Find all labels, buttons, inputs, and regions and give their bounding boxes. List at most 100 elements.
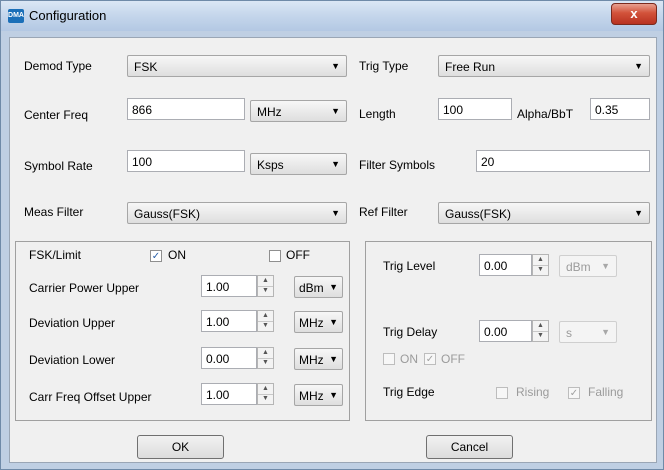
length-input[interactable]: 100 bbox=[438, 98, 512, 120]
falling-checkbox[interactable]: ✓ bbox=[568, 387, 580, 399]
center-freq-value: 866 bbox=[132, 103, 153, 117]
trig-level-unit: dBm bbox=[566, 260, 591, 274]
limit-off-checkbox[interactable] bbox=[269, 250, 281, 262]
carr-freq-offset-unit-select[interactable]: MHz ▼ bbox=[294, 384, 343, 406]
symbol-rate-value: 100 bbox=[132, 155, 153, 169]
chevron-down-icon: ▼ bbox=[331, 61, 340, 71]
fsk-limit-label: FSK/Limit bbox=[29, 248, 82, 262]
check-icon: ✓ bbox=[569, 388, 579, 399]
ok-button[interactable]: OK bbox=[137, 435, 224, 459]
falling-label: Falling bbox=[588, 385, 624, 399]
spin-arrows-icon[interactable]: ▲ ▼ bbox=[257, 383, 274, 405]
check-icon: ✓ bbox=[151, 251, 161, 262]
trig-delay-input[interactable]: 0.00 bbox=[479, 320, 532, 342]
delay-on-checkbox[interactable] bbox=[383, 353, 395, 365]
limit-on-label: ON bbox=[168, 248, 186, 262]
symbol-rate-unit-select[interactable]: Ksps ▼ bbox=[250, 153, 347, 175]
demod-type-value: FSK bbox=[134, 60, 158, 74]
close-icon: x bbox=[630, 6, 638, 21]
alpha-bbt-label: Alpha/BbT bbox=[517, 107, 574, 121]
deviation-upper-input[interactable]: 1.00 bbox=[201, 310, 257, 332]
chevron-down-icon: ▼ bbox=[329, 282, 338, 292]
title-bar[interactable]: DMA Configuration x bbox=[1, 1, 663, 31]
deviation-lower-spinner[interactable]: 0.00 ▲ ▼ bbox=[201, 347, 274, 369]
window-title: Configuration bbox=[29, 8, 107, 23]
meas-filter-select[interactable]: Gauss(FSK) ▼ bbox=[127, 202, 347, 224]
deviation-lower-input[interactable]: 0.00 bbox=[201, 347, 257, 369]
trig-type-select[interactable]: Free Run ▼ bbox=[438, 55, 650, 77]
carr-freq-offset-upper-input[interactable]: 1.00 bbox=[201, 383, 257, 405]
chevron-down-icon: ▼ bbox=[329, 317, 338, 327]
symbol-rate-unit: Ksps bbox=[257, 158, 284, 172]
spin-arrows-icon[interactable]: ▲ ▼ bbox=[257, 310, 274, 332]
trig-type-label: Trig Type bbox=[359, 59, 409, 73]
trig-level-unit-select[interactable]: dBm ▼ bbox=[559, 255, 617, 277]
symbol-rate-label: Symbol Rate bbox=[24, 159, 93, 173]
alpha-bbt-input[interactable]: 0.35 bbox=[590, 98, 650, 120]
symbol-rate-input[interactable]: 100 bbox=[127, 150, 245, 172]
rising-label: Rising bbox=[516, 385, 550, 399]
meas-filter-value: Gauss(FSK) bbox=[134, 207, 201, 221]
delay-off-checkbox[interactable]: ✓ bbox=[424, 353, 436, 365]
spin-arrows-icon[interactable]: ▲ ▼ bbox=[257, 347, 274, 369]
filter-symbols-label: Filter Symbols bbox=[359, 158, 436, 172]
close-button[interactable]: x bbox=[611, 3, 657, 25]
center-freq-label: Center Freq bbox=[24, 108, 89, 122]
filter-symbols-input[interactable]: 20 bbox=[476, 150, 650, 172]
fsk-limit-group: FSK/Limit ✓ ON OFF Carrier Power Upper 1… bbox=[15, 241, 350, 421]
check-icon: ✓ bbox=[425, 354, 435, 365]
cancel-button[interactable]: Cancel bbox=[426, 435, 513, 459]
chevron-down-icon: ▼ bbox=[329, 390, 338, 400]
limit-on-checkbox[interactable]: ✓ bbox=[150, 250, 162, 262]
deviation-upper-spinner[interactable]: 1.00 ▲ ▼ bbox=[201, 310, 274, 332]
deviation-upper-unit: MHz bbox=[299, 316, 324, 330]
dialog-client-area: Demod Type FSK ▼ Center Freq 866 MHz ▼ S… bbox=[9, 37, 657, 463]
limit-off-label: OFF bbox=[286, 248, 310, 262]
rising-checkbox[interactable] bbox=[496, 387, 508, 399]
trig-type-value: Free Run bbox=[445, 60, 496, 74]
trig-level-input[interactable]: 0.00 bbox=[479, 254, 532, 276]
delay-off-label: OFF bbox=[441, 352, 465, 366]
deviation-lower-unit-select[interactable]: MHz ▼ bbox=[294, 348, 343, 370]
ref-filter-select[interactable]: Gauss(FSK) ▼ bbox=[438, 202, 650, 224]
deviation-upper-unit-select[interactable]: MHz ▼ bbox=[294, 311, 343, 333]
center-freq-input[interactable]: 866 bbox=[127, 98, 245, 120]
carrier-power-upper-value: 1.00 bbox=[206, 280, 230, 294]
trig-level-label: Trig Level bbox=[383, 259, 436, 273]
demod-type-select[interactable]: FSK ▼ bbox=[127, 55, 347, 77]
spin-arrows-icon[interactable]: ▲ ▼ bbox=[532, 254, 549, 276]
trig-edge-label: Trig Edge bbox=[383, 385, 435, 399]
chevron-down-icon: ▼ bbox=[331, 159, 340, 169]
demod-type-label: Demod Type bbox=[24, 59, 92, 73]
meas-filter-label: Meas Filter bbox=[24, 205, 84, 219]
trig-level-spinner[interactable]: 0.00 ▲ ▼ bbox=[479, 254, 549, 276]
carr-freq-offset-unit: MHz bbox=[299, 389, 324, 403]
alpha-bbt-value: 0.35 bbox=[595, 103, 619, 117]
chevron-down-icon: ▼ bbox=[331, 208, 340, 218]
trig-delay-unit-select[interactable]: s ▼ bbox=[559, 321, 617, 343]
carrier-power-unit: dBm bbox=[299, 281, 324, 295]
center-freq-unit-select[interactable]: MHz ▼ bbox=[250, 100, 347, 122]
ref-filter-value: Gauss(FSK) bbox=[445, 207, 512, 221]
chevron-down-icon: ▼ bbox=[601, 327, 610, 337]
trig-level-value: 0.00 bbox=[484, 259, 508, 273]
carrier-power-unit-select[interactable]: dBm ▼ bbox=[294, 276, 343, 298]
configuration-window: DMA Configuration x Demod Type FSK ▼ Cen… bbox=[0, 0, 664, 470]
spin-arrows-icon[interactable]: ▲ ▼ bbox=[257, 275, 274, 297]
trig-delay-label: Trig Delay bbox=[383, 325, 438, 339]
trig-delay-unit: s bbox=[566, 326, 572, 340]
carrier-power-upper-spinner[interactable]: 1.00 ▲ ▼ bbox=[201, 275, 274, 297]
app-icon: DMA bbox=[8, 9, 24, 23]
trig-delay-spinner[interactable]: 0.00 ▲ ▼ bbox=[479, 320, 549, 342]
spin-arrows-icon[interactable]: ▲ ▼ bbox=[532, 320, 549, 342]
deviation-lower-label: Deviation Lower bbox=[29, 353, 116, 367]
ref-filter-label: Ref Filter bbox=[359, 205, 408, 219]
carr-freq-offset-upper-spinner[interactable]: 1.00 ▲ ▼ bbox=[201, 383, 274, 405]
carrier-power-upper-input[interactable]: 1.00 bbox=[201, 275, 257, 297]
chevron-down-icon: ▼ bbox=[634, 61, 643, 71]
length-value: 100 bbox=[443, 103, 464, 117]
deviation-lower-unit: MHz bbox=[299, 353, 324, 367]
carr-freq-offset-upper-value: 1.00 bbox=[206, 388, 230, 402]
length-label: Length bbox=[359, 107, 396, 121]
center-freq-unit: MHz bbox=[257, 105, 282, 119]
